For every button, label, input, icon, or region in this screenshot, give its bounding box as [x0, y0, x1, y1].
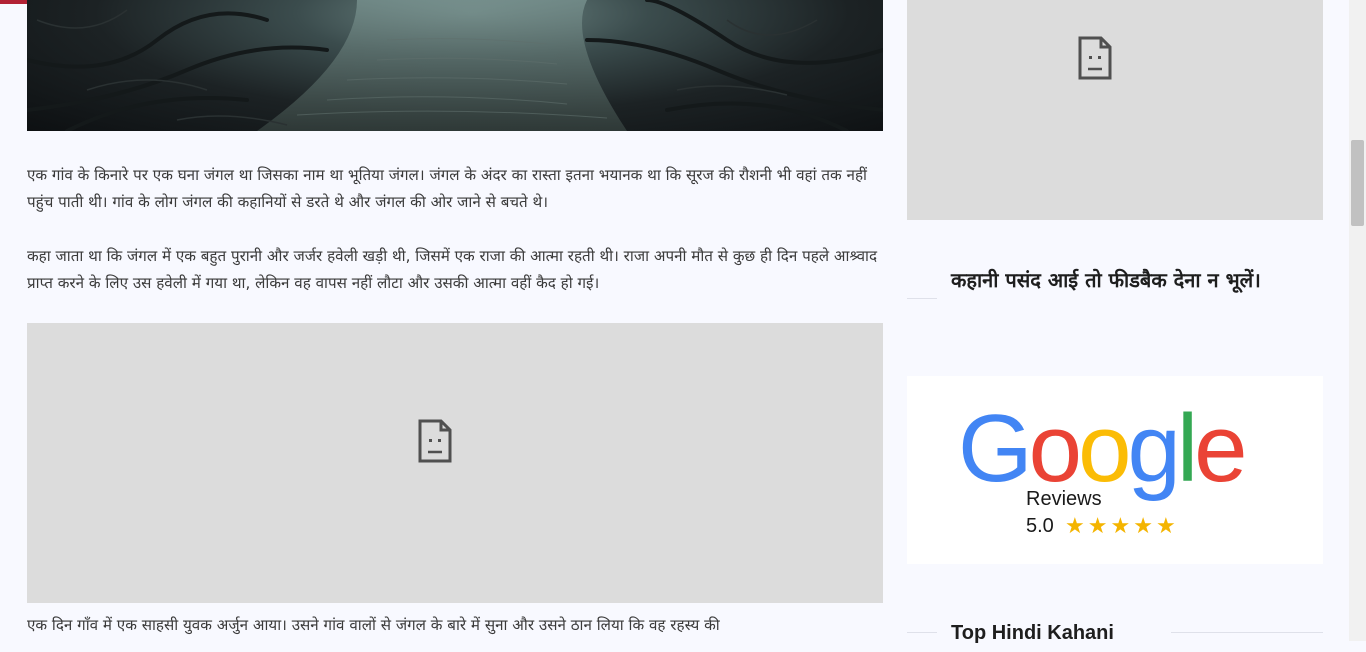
star-icon: ★: [1087, 514, 1111, 539]
google-reviews-label: Reviews: [1026, 488, 1102, 510]
article-paragraph: कहा जाता था कि जंगल में एक बहुत पुरानी औ…: [27, 247, 878, 292]
article-hero-image: [27, 0, 883, 131]
star-icon: ★: [1133, 514, 1156, 539]
scrollbar-thumb[interactable]: [1351, 140, 1364, 226]
rating-stars: ★★★★★: [1065, 514, 1179, 539]
star-icon: ★: [1110, 514, 1134, 539]
sidebar-broken-image-placeholder: [907, 0, 1323, 220]
google-rating-value: 5.0: [1026, 515, 1054, 537]
widget-title-divider: [1171, 632, 1323, 633]
star-icon: ★: [1065, 514, 1088, 539]
page-scrollbar[interactable]: [1349, 0, 1366, 641]
widget-title-divider: [907, 298, 937, 299]
broken-image-icon: [418, 419, 452, 463]
google-reviews-badge[interactable]: Google Reviews 5.0 ★★★★★: [907, 376, 1323, 564]
top-stories-widget-title: Top Hindi Kahani: [951, 622, 1114, 644]
broken-image-placeholder: [27, 323, 883, 603]
widget-title-divider: [907, 632, 937, 633]
article-paragraph: एक दिन गाँव में एक साहसी युवक अर्जुन आया…: [27, 616, 720, 634]
broken-image-icon: [1078, 36, 1112, 80]
feedback-widget-title: कहानी पसंद आई तो फीडबैक देना न भूलें।: [951, 268, 1261, 292]
star-icon: ★: [1155, 514, 1179, 539]
article-paragraph: एक गांव के किनारे पर एक घना जंगल था जिसक…: [27, 166, 867, 211]
